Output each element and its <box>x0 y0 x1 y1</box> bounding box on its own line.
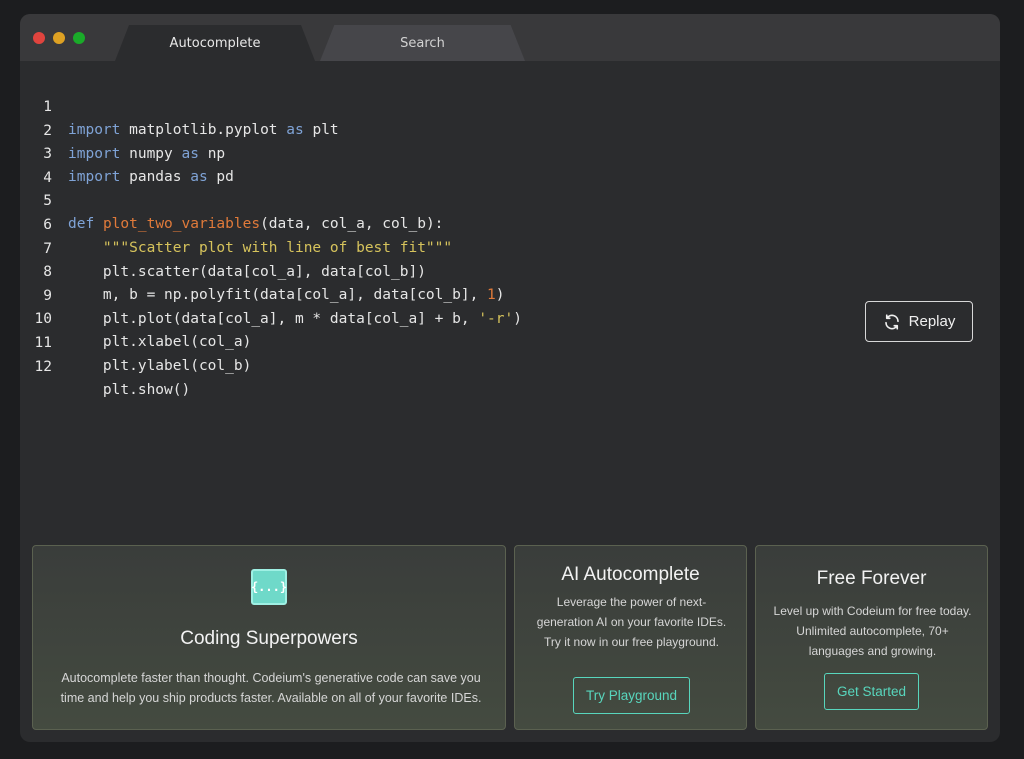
replay-button[interactable]: Replay <box>865 301 973 342</box>
tab-search-label: Search <box>400 35 445 51</box>
code-line-7: 7 plt.scatter(data[col_a], data[col_b]) <box>20 215 840 280</box>
coding-superpowers-card: {...} Coding Superpowers Autocomplete fa… <box>32 545 506 730</box>
free-forever-card: Free Forever Level up with Codeium for f… <box>755 545 988 730</box>
code-line-3: 3 import pandas as pd <box>20 120 840 185</box>
get-started-button[interactable]: Get Started <box>824 673 919 710</box>
tab-autocomplete[interactable]: Autocomplete <box>115 25 315 61</box>
code-line-11: 11 plt.ylabel(col_b) <box>20 309 840 374</box>
code-line-1: 1 import matplotlib.pyplot as plt <box>20 73 840 138</box>
line-number: 12 <box>34 358 52 375</box>
code-line-5: 5 def plot_two_variables(data, col_a, co… <box>20 167 840 232</box>
editor-window: Autocomplete Search 1 import matplotlib.… <box>20 14 1000 742</box>
card-title: Coding Superpowers <box>180 628 358 649</box>
maximize-window-dot[interactable] <box>73 32 85 44</box>
code-line-8: 8 m, b = np.polyfit(data[col_a], data[co… <box>20 238 840 303</box>
tab-autocomplete-label: Autocomplete <box>169 35 261 51</box>
card-description: Leverage the power of next-generation AI… <box>536 595 727 649</box>
code-line-10: 10 plt.xlabel(col_a) <box>20 285 840 350</box>
try-playground-button[interactable]: Try Playground <box>573 677 690 714</box>
code-line-9: 9 plt.plot(data[col_a], m * data[col_a] … <box>20 262 840 327</box>
code-line-12: 12 plt.show() <box>20 333 840 398</box>
card-description: Level up with Codeium for free today. Un… <box>773 604 972 658</box>
minimize-window-dot[interactable] <box>53 32 65 44</box>
card-description: Autocomplete faster than thought. Codeiu… <box>60 671 482 705</box>
card-title: Free Forever <box>816 568 927 589</box>
tab-search[interactable]: Search <box>320 25 525 61</box>
refresh-icon <box>884 313 899 330</box>
code-token: plt.show() <box>102 381 191 398</box>
code-line-2: 2 import numpy as np <box>20 97 840 162</box>
ai-autocomplete-card: AI Autocomplete Leverage the power of ne… <box>514 545 747 730</box>
card-title: AI Autocomplete <box>561 564 700 585</box>
replay-label: Replay <box>908 313 956 330</box>
code-token: plt.ylabel(col_b) <box>102 358 252 374</box>
code-braces-icon: {...} <box>251 569 287 605</box>
code-line-4: 4 <box>20 144 840 186</box>
close-window-dot[interactable] <box>33 32 45 44</box>
title-bar: Autocomplete Search <box>20 14 1000 61</box>
code-line-6: 6 """Scatter plot with line of best fit"… <box>20 191 840 256</box>
